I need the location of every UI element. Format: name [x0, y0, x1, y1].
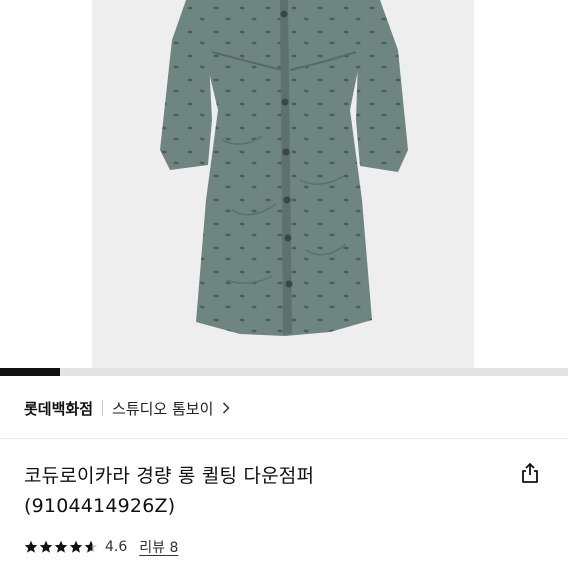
share-button[interactable] [516, 459, 544, 487]
star-icon [84, 540, 98, 553]
star-icon [39, 540, 53, 553]
image-pager-progress [0, 368, 568, 376]
product-image[interactable] [0, 0, 568, 368]
star-icon [54, 540, 68, 553]
image-pager-progress-fill [0, 368, 60, 376]
brand-link[interactable]: 롯데백화점 스튜디오 톰보이 [24, 394, 230, 422]
star-rating [24, 540, 99, 554]
chevron-right-icon [222, 402, 230, 414]
product-code: (9104414926Z) [24, 495, 176, 517]
star-icon [24, 540, 38, 553]
brand-name: 스튜디오 톰보이 [112, 399, 214, 418]
rating-value: 4.6 [105, 539, 128, 555]
rating-row: 4.6 리뷰 8 [24, 537, 178, 557]
section-divider [0, 438, 568, 439]
store-name: 롯데백화점 [24, 399, 94, 418]
review-count-link[interactable]: 리뷰 8 [139, 537, 178, 557]
coat-illustration [160, 0, 408, 336]
product-title: 코듀로이카라 경량 롱 퀼팅 다운점퍼 [24, 465, 315, 487]
star-icon [69, 540, 83, 553]
brand-separator [102, 400, 104, 416]
share-icon [522, 463, 538, 483]
